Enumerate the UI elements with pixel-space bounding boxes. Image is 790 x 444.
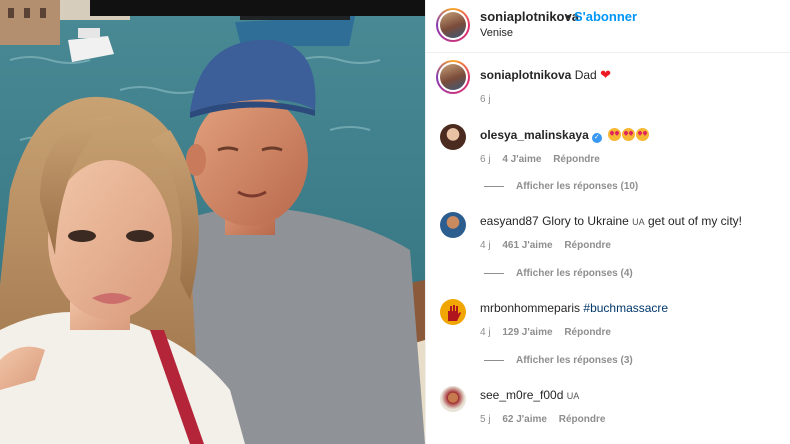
post-photo[interactable] bbox=[0, 0, 425, 444]
comment-time: 5 j bbox=[480, 414, 491, 425]
comment-time: 6 j bbox=[480, 154, 491, 165]
author-username[interactable]: soniaplotnikova bbox=[480, 9, 579, 24]
selfie-photo-illustration bbox=[0, 0, 425, 444]
comment-body-start: Glory to Ukraine bbox=[542, 214, 629, 228]
commenter-avatar[interactable] bbox=[440, 386, 466, 412]
commenter-avatar[interactable] bbox=[440, 299, 466, 325]
view-replies-button[interactable]: Afficher les réponses (10) bbox=[484, 181, 638, 192]
caption-text: soniaplotnikova Dad ❤ bbox=[480, 67, 611, 83]
caption-row: soniaplotnikova Dad ❤ 6 j bbox=[426, 58, 790, 108]
view-replies-button[interactable]: Afficher les réponses (3) bbox=[484, 355, 633, 366]
comment-username[interactable]: olesya_malinskaya bbox=[480, 128, 589, 142]
post-sidebar: soniaplotnikova • S'abonner Venise sonia… bbox=[425, 0, 790, 444]
comment-body-end: get out of my city! bbox=[647, 214, 743, 228]
comment-username[interactable]: easyand87 bbox=[480, 214, 539, 228]
red-hand-icon bbox=[448, 305, 461, 321]
comment-time: 4 j bbox=[480, 327, 491, 338]
comment-username[interactable]: mrbonhommeparis bbox=[480, 301, 580, 315]
ua-flag-label: UA bbox=[632, 217, 645, 227]
reply-button[interactable]: Répondre bbox=[564, 327, 611, 338]
comment-likes[interactable]: 62 J'aime bbox=[502, 414, 547, 425]
comment-text: easyand87 Glory to Ukraine UA get out of… bbox=[480, 214, 742, 228]
caption-username[interactable]: soniaplotnikova bbox=[480, 68, 571, 82]
comment-row: mrbonhommeparis #buchmassacre 4 j 129 J'… bbox=[426, 297, 790, 372]
comment-text: olesya_malinskaya ✓ bbox=[480, 128, 650, 143]
red-heart-icon: ❤ bbox=[600, 67, 611, 82]
comment-meta: 5 j 62 J'aime Répondre bbox=[480, 414, 614, 425]
post-location[interactable]: Venise bbox=[480, 27, 513, 39]
comment-time: 4 j bbox=[480, 240, 491, 251]
comment-likes[interactable]: 129 J'aime bbox=[502, 327, 552, 338]
comment-username[interactable]: see_m0re_f00d bbox=[480, 388, 563, 402]
separator-dot: • bbox=[566, 9, 571, 24]
reply-button[interactable]: Répondre bbox=[564, 240, 611, 251]
caption-meta: 6 j bbox=[480, 94, 500, 105]
verified-badge-icon: ✓ bbox=[591, 133, 602, 143]
comment-likes[interactable]: 4 J'aime bbox=[502, 154, 541, 165]
caption-avatar[interactable] bbox=[436, 60, 470, 94]
caption-body: Dad bbox=[574, 68, 597, 82]
heart-eyes-emoji-icon bbox=[608, 128, 622, 141]
comment-row: easyand87 Glory to Ukraine UA get out of… bbox=[426, 210, 790, 285]
view-replies-label: Afficher les réponses (10) bbox=[516, 181, 639, 192]
post-header: soniaplotnikova • S'abonner Venise bbox=[426, 0, 790, 53]
view-replies-label: Afficher les réponses (3) bbox=[516, 355, 633, 366]
comment-likes[interactable]: 461 J'aime bbox=[502, 240, 552, 251]
heart-eyes-emoji-icon bbox=[622, 128, 636, 141]
reply-button[interactable]: Répondre bbox=[559, 414, 606, 425]
ua-flag-label: UA bbox=[566, 391, 580, 401]
view-replies-button[interactable]: Afficher les réponses (4) bbox=[484, 268, 633, 279]
comment-text: mrbonhommeparis #buchmassacre bbox=[480, 301, 668, 315]
caption-time: 6 j bbox=[480, 94, 491, 105]
hashtag-link[interactable]: #buchmassacre bbox=[583, 301, 668, 315]
comment-meta: 4 j 129 J'aime Répondre bbox=[480, 327, 620, 338]
replies-line bbox=[484, 359, 504, 361]
replies-line bbox=[484, 185, 504, 187]
comment-meta: 6 j 4 J'aime Répondre bbox=[480, 154, 609, 165]
follow-button[interactable]: S'abonner bbox=[574, 9, 637, 24]
comment-text: see_m0re_f00d UA bbox=[480, 388, 579, 402]
commenter-avatar[interactable] bbox=[440, 124, 466, 150]
comment-row: see_m0re_f00d UA 5 j 62 J'aime Répondre bbox=[426, 384, 790, 444]
comment-meta: 4 j 461 J'aime Répondre bbox=[480, 240, 620, 251]
reply-button[interactable]: Répondre bbox=[553, 154, 600, 165]
heart-eyes-emoji-icon bbox=[636, 128, 650, 141]
commenter-avatar[interactable] bbox=[440, 212, 466, 238]
view-replies-label: Afficher les réponses (4) bbox=[516, 268, 633, 279]
comment-row: olesya_malinskaya ✓ 6 j 4 J'aime Répondre… bbox=[426, 122, 790, 197]
author-avatar[interactable] bbox=[436, 8, 470, 42]
replies-line bbox=[484, 272, 504, 274]
